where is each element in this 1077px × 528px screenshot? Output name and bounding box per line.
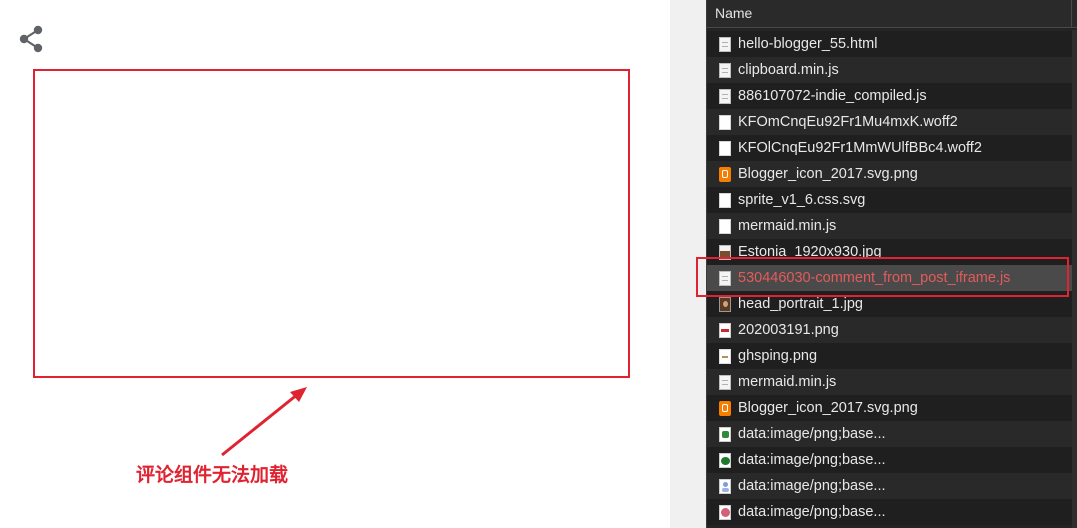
request-name: 886107072-indie_compiled.js: [738, 88, 927, 104]
request-name: mermaid.min.js: [738, 218, 837, 234]
request-row[interactable]: mermaid.min.js: [707, 213, 1073, 239]
request-row[interactable]: head_portrait_1.jpg: [707, 291, 1073, 317]
request-row[interactable]: data:image/png;base...: [707, 499, 1073, 525]
request-name: Blogger_icon_2017.svg.png: [738, 400, 918, 416]
request-row[interactable]: data:image/png;base...: [707, 447, 1073, 473]
image-icon: [719, 426, 731, 442]
file-icon: [719, 114, 731, 130]
share-icon[interactable]: [17, 24, 45, 54]
image-icon: [719, 244, 731, 260]
request-row[interactable]: Blogger_icon_2017.svg.png: [707, 395, 1073, 421]
request-name: ghsping.png: [738, 348, 818, 364]
name-column-header[interactable]: Name: [707, 0, 1077, 28]
request-name: mermaid.min.js: [738, 374, 837, 390]
request-row[interactable]: ghsping.png: [707, 343, 1073, 369]
page-gutter: [670, 0, 706, 528]
request-name: KFOmCnqEu92Fr1Mu4mxK.woff2: [738, 114, 958, 130]
document-icon: [719, 36, 731, 52]
file-icon: [719, 140, 731, 156]
request-name: data:image/png;base...: [738, 504, 886, 520]
name-column-label: Name: [715, 5, 753, 21]
request-name: data:image/png;base...: [738, 426, 886, 442]
request-row[interactable]: Estonia_1920x930.jpg: [707, 239, 1073, 265]
request-name: sprite_v1_6.css.svg: [738, 192, 866, 208]
request-row[interactable]: KFOlCnqEu92Fr1MmWUlfBBc4.woff2: [707, 135, 1073, 161]
image-icon: [719, 504, 731, 520]
request-name: data:image/png;base...: [738, 452, 886, 468]
image-icon: [719, 452, 731, 468]
request-name: Estonia_1920x930.jpg: [738, 244, 882, 260]
document-icon: [719, 270, 731, 286]
request-name: clipboard.min.js: [738, 62, 839, 78]
image-icon: [719, 478, 731, 494]
comment-widget-frame: [33, 69, 630, 378]
column-divider[interactable]: [1071, 0, 1072, 27]
request-row[interactable]: data:image/png;base...: [707, 421, 1073, 447]
request-name: data:image/png;base...: [738, 478, 886, 494]
document-icon: [719, 62, 731, 78]
request-name: Blogger_icon_2017.svg.png: [738, 166, 918, 182]
image-icon: [719, 348, 731, 364]
request-name: KFOlCnqEu92Fr1MmWUlfBBc4.woff2: [738, 140, 982, 156]
file-icon: [719, 192, 731, 208]
request-list: hello-blogger_55.html clipboard.min.js 886…: [707, 31, 1073, 525]
blogger-icon: [719, 166, 731, 182]
blogger-icon: [719, 400, 731, 416]
request-row[interactable]: sprite_v1_6.css.svg: [707, 187, 1073, 213]
scrollbar[interactable]: [1072, 30, 1077, 528]
document-icon: [719, 374, 731, 390]
request-row[interactable]: clipboard.min.js: [707, 57, 1073, 83]
request-row[interactable]: hello-blogger_55.html: [707, 31, 1073, 57]
request-row[interactable]: data:image/png;base...: [707, 473, 1073, 499]
request-row[interactable]: Blogger_icon_2017.svg.png: [707, 161, 1073, 187]
file-icon: [719, 218, 731, 234]
blog-page: 评论组件无法加载: [0, 0, 670, 528]
request-name: head_portrait_1.jpg: [738, 296, 863, 312]
request-row[interactable]: 202003191.png: [707, 317, 1073, 343]
request-name: 530446030-comment_from_post_iframe.js: [738, 270, 1011, 286]
request-row[interactable]: mermaid.min.js: [707, 369, 1073, 395]
annotation-label: 评论组件无法加载: [136, 464, 289, 486]
request-row[interactable]: 886107072-indie_compiled.js: [707, 83, 1073, 109]
image-icon: [719, 322, 731, 338]
devtools-network-panel: Name hello-blogger_55.html clipboard.min.…: [706, 0, 1077, 528]
document-icon: [719, 88, 731, 104]
request-row[interactable]: KFOmCnqEu92Fr1Mu4mxK.woff2: [707, 109, 1073, 135]
portrait-icon: [719, 296, 731, 312]
request-name: 202003191.png: [738, 322, 839, 338]
request-name: hello-blogger_55.html: [738, 36, 878, 52]
request-row[interactable]: 530446030-comment_from_post_iframe.js: [707, 265, 1073, 291]
